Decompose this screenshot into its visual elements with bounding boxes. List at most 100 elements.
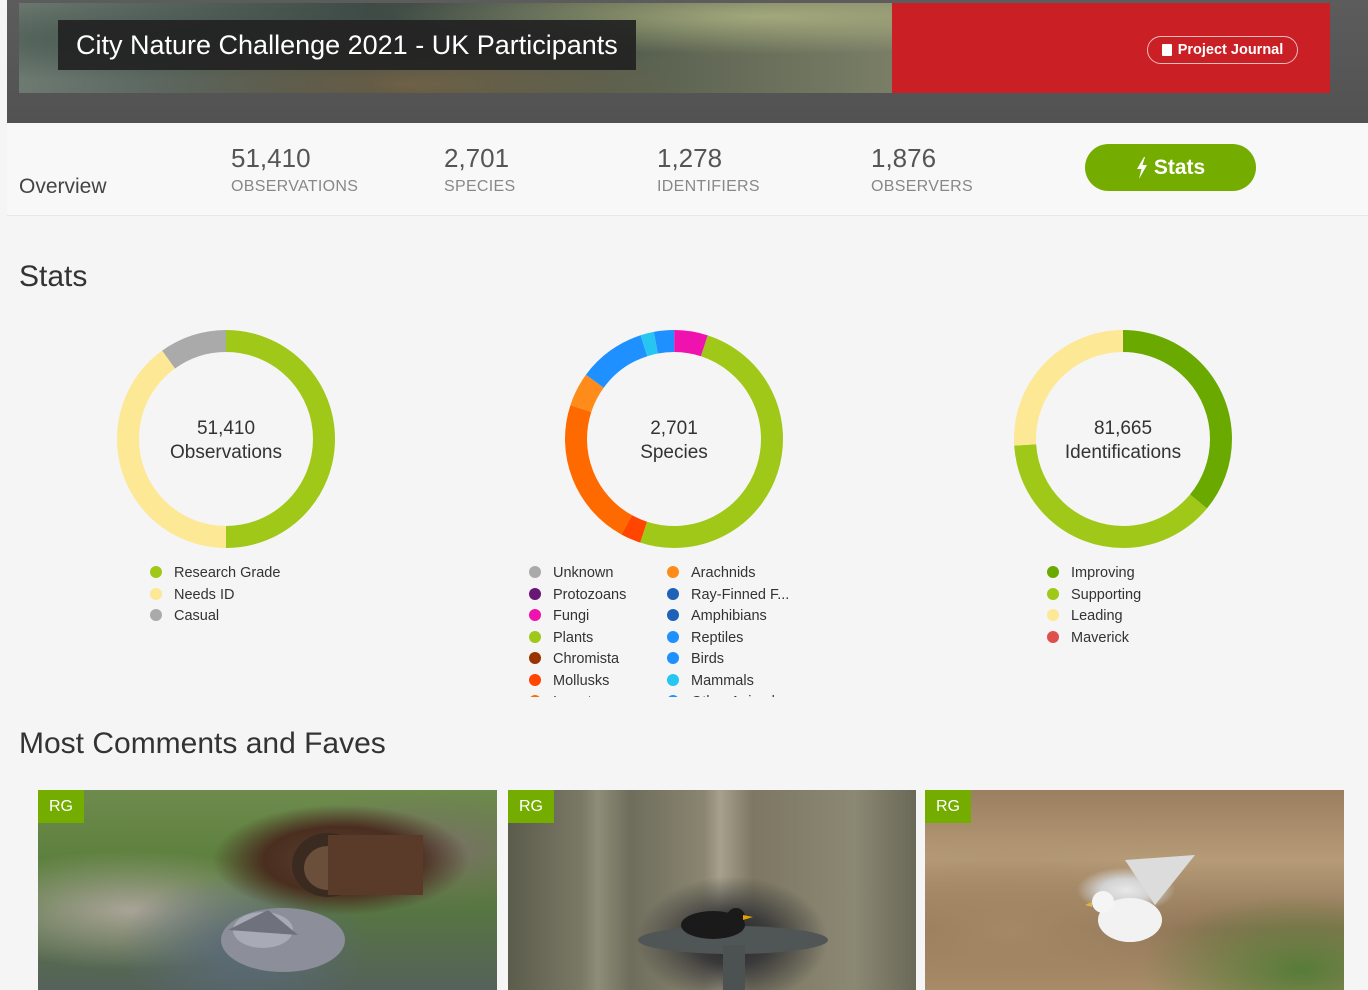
legend-dot <box>150 609 162 621</box>
legend-item-ray-finned-f: Ray-Finned F... <box>667 585 789 607</box>
stat-identifiers-value: 1,278 <box>657 143 723 173</box>
observations-donut-center: 51,410 Observations <box>115 418 337 464</box>
legend-dot <box>529 630 541 643</box>
legend-item-chromista: Chromista <box>529 649 626 671</box>
pigeon-image <box>221 908 345 972</box>
legend-item-mammals: Mammals <box>667 671 789 693</box>
legend-item-reptiles: Reptiles <box>667 628 789 650</box>
stat-species-value: 2,701 <box>444 143 510 173</box>
legend-item-insects: Insects <box>529 692 626 697</box>
legend-label: Improving <box>1071 565 1135 581</box>
legend-item-mollusks: Mollusks <box>529 671 626 693</box>
stat-observers-label: OBSERVERS <box>871 178 973 195</box>
legend-label: Chromista <box>553 651 620 667</box>
legend-item-birds: Birds <box>667 649 789 671</box>
legend-item-unknown: Unknown <box>529 563 626 585</box>
legend-label: Ray-Finned F... <box>691 586 790 603</box>
legend-label: Needs ID <box>174 586 235 603</box>
legend-dot <box>150 587 162 600</box>
identifications-total: 81,665 <box>1093 418 1153 439</box>
legend-dot <box>529 673 541 686</box>
legend-dot <box>1047 630 1059 643</box>
legend-dot <box>529 587 541 600</box>
project-title: City Nature Challenge 2021 - UK Particip… <box>58 20 636 70</box>
legend-item-needs-id: Needs ID <box>150 585 280 607</box>
research-grade-badge: RG <box>508 790 554 823</box>
research-grade-badge: RG <box>38 790 84 823</box>
legend-dot <box>667 673 679 686</box>
species-donut-center: 2,701 Species <box>563 418 785 464</box>
stats-button-label: Stats <box>1153 155 1206 179</box>
legend-dot <box>1047 566 1059 578</box>
lightning-icon <box>1136 156 1147 179</box>
legend-label: Maverick <box>1071 629 1130 646</box>
legend-item-plants: Plants <box>529 628 626 650</box>
most-comments-heading: Most Comments and Faves <box>19 727 386 760</box>
legend-dot <box>529 566 541 578</box>
legend-label: Research Grade <box>174 565 281 581</box>
legend-dot <box>667 695 679 697</box>
species-legend-col1-clip: Unknown Protozoans Fungi Plants Chromista Mol… <box>529 563 626 697</box>
legend-dot <box>529 695 541 697</box>
species-total-label: Species <box>640 442 708 463</box>
stat-identifiers-label: IDENTIFIERS <box>657 178 760 195</box>
legend-item-supporting: Supporting <box>1047 585 1141 607</box>
stat-observations[interactable]: 51,410 OBSERVATIONS <box>231 143 358 196</box>
book-icon <box>1161 44 1172 56</box>
observations-total-label: Observations <box>170 442 282 463</box>
gull-image <box>1085 855 1195 942</box>
observation-photo-1[interactable]: RG <box>38 790 497 990</box>
legend-dot <box>667 630 679 643</box>
legend-label: Reptiles <box>691 629 744 646</box>
species-legend-col1: Unknown Protozoans Fungi Plants Chromista Mol… <box>529 563 626 697</box>
project-banner: City Nature Challenge 2021 - UK Particip… <box>7 0 1368 123</box>
legend-label: Casual <box>174 608 220 624</box>
legend-label: Other Animals <box>691 694 782 697</box>
legend-item-arachnids: Arachnids <box>667 563 789 585</box>
legend-item-protozoans: Protozoans <box>529 585 626 607</box>
legend-label: Mollusks <box>553 672 610 689</box>
project-journal-button[interactable]: Project Journal <box>1147 36 1298 64</box>
identifications-legend: Improving Supporting Leading Maverick <box>1047 563 1141 649</box>
legend-item-leading: Leading <box>1047 606 1141 628</box>
observation-photo-2[interactable]: RG <box>508 790 916 990</box>
legend-item-other-animals: Other Animals <box>667 692 789 697</box>
legend-label: Unknown <box>553 565 614 581</box>
stat-species-label: SPECIES <box>444 178 516 195</box>
legend-dot <box>150 566 162 578</box>
observations-total: 51,410 <box>196 418 256 439</box>
observations-legend: Research Grade Needs ID Casual <box>150 563 280 628</box>
legend-item-research-grade: Research Grade <box>150 563 280 585</box>
legend-label: Arachnids <box>691 565 756 581</box>
stat-identifiers[interactable]: 1,278 IDENTIFIERS <box>657 143 760 196</box>
legend-item-fungi: Fungi <box>529 606 626 628</box>
identifications-donut-center: 81,665 Identifications <box>1012 418 1234 464</box>
research-grade-badge: RG <box>925 790 971 823</box>
stat-observers[interactable]: 1,876 OBSERVERS <box>871 143 973 196</box>
legend-dot <box>667 587 679 600</box>
species-legend-col2-clip: Arachnids Ray-Finned F... Amphibians Reptil… <box>667 563 789 697</box>
observation-photo-3[interactable]: RG <box>925 790 1344 990</box>
legend-dot <box>1047 587 1059 600</box>
legend-label: Birds <box>691 651 725 667</box>
stat-observations-label: OBSERVATIONS <box>231 178 359 195</box>
legend-label: Fungi <box>553 608 590 624</box>
legend-label: Supporting <box>1071 586 1142 603</box>
legend-label: Leading <box>1071 608 1123 624</box>
legend-dot <box>529 652 541 664</box>
tab-overview[interactable]: Overview <box>19 175 107 199</box>
species-legend-col2: Arachnids Ray-Finned F... Amphibians Reptil… <box>667 563 789 697</box>
legend-dot <box>1047 609 1059 621</box>
legend-dot <box>667 566 679 578</box>
blackbird-image <box>638 908 828 990</box>
legend-item-maverick: Maverick <box>1047 628 1141 650</box>
legend-dot <box>667 609 679 621</box>
stat-species[interactable]: 2,701 SPECIES <box>444 143 515 196</box>
legend-label: Amphibians <box>691 608 767 624</box>
stats-heading: Stats <box>19 260 88 293</box>
legend-label: Plants <box>553 629 594 646</box>
legend-label: Mammals <box>691 672 754 689</box>
legend-item-amphibians: Amphibians <box>667 606 789 628</box>
legend-dot <box>529 609 541 621</box>
stats-button[interactable]: Stats <box>1085 144 1256 191</box>
